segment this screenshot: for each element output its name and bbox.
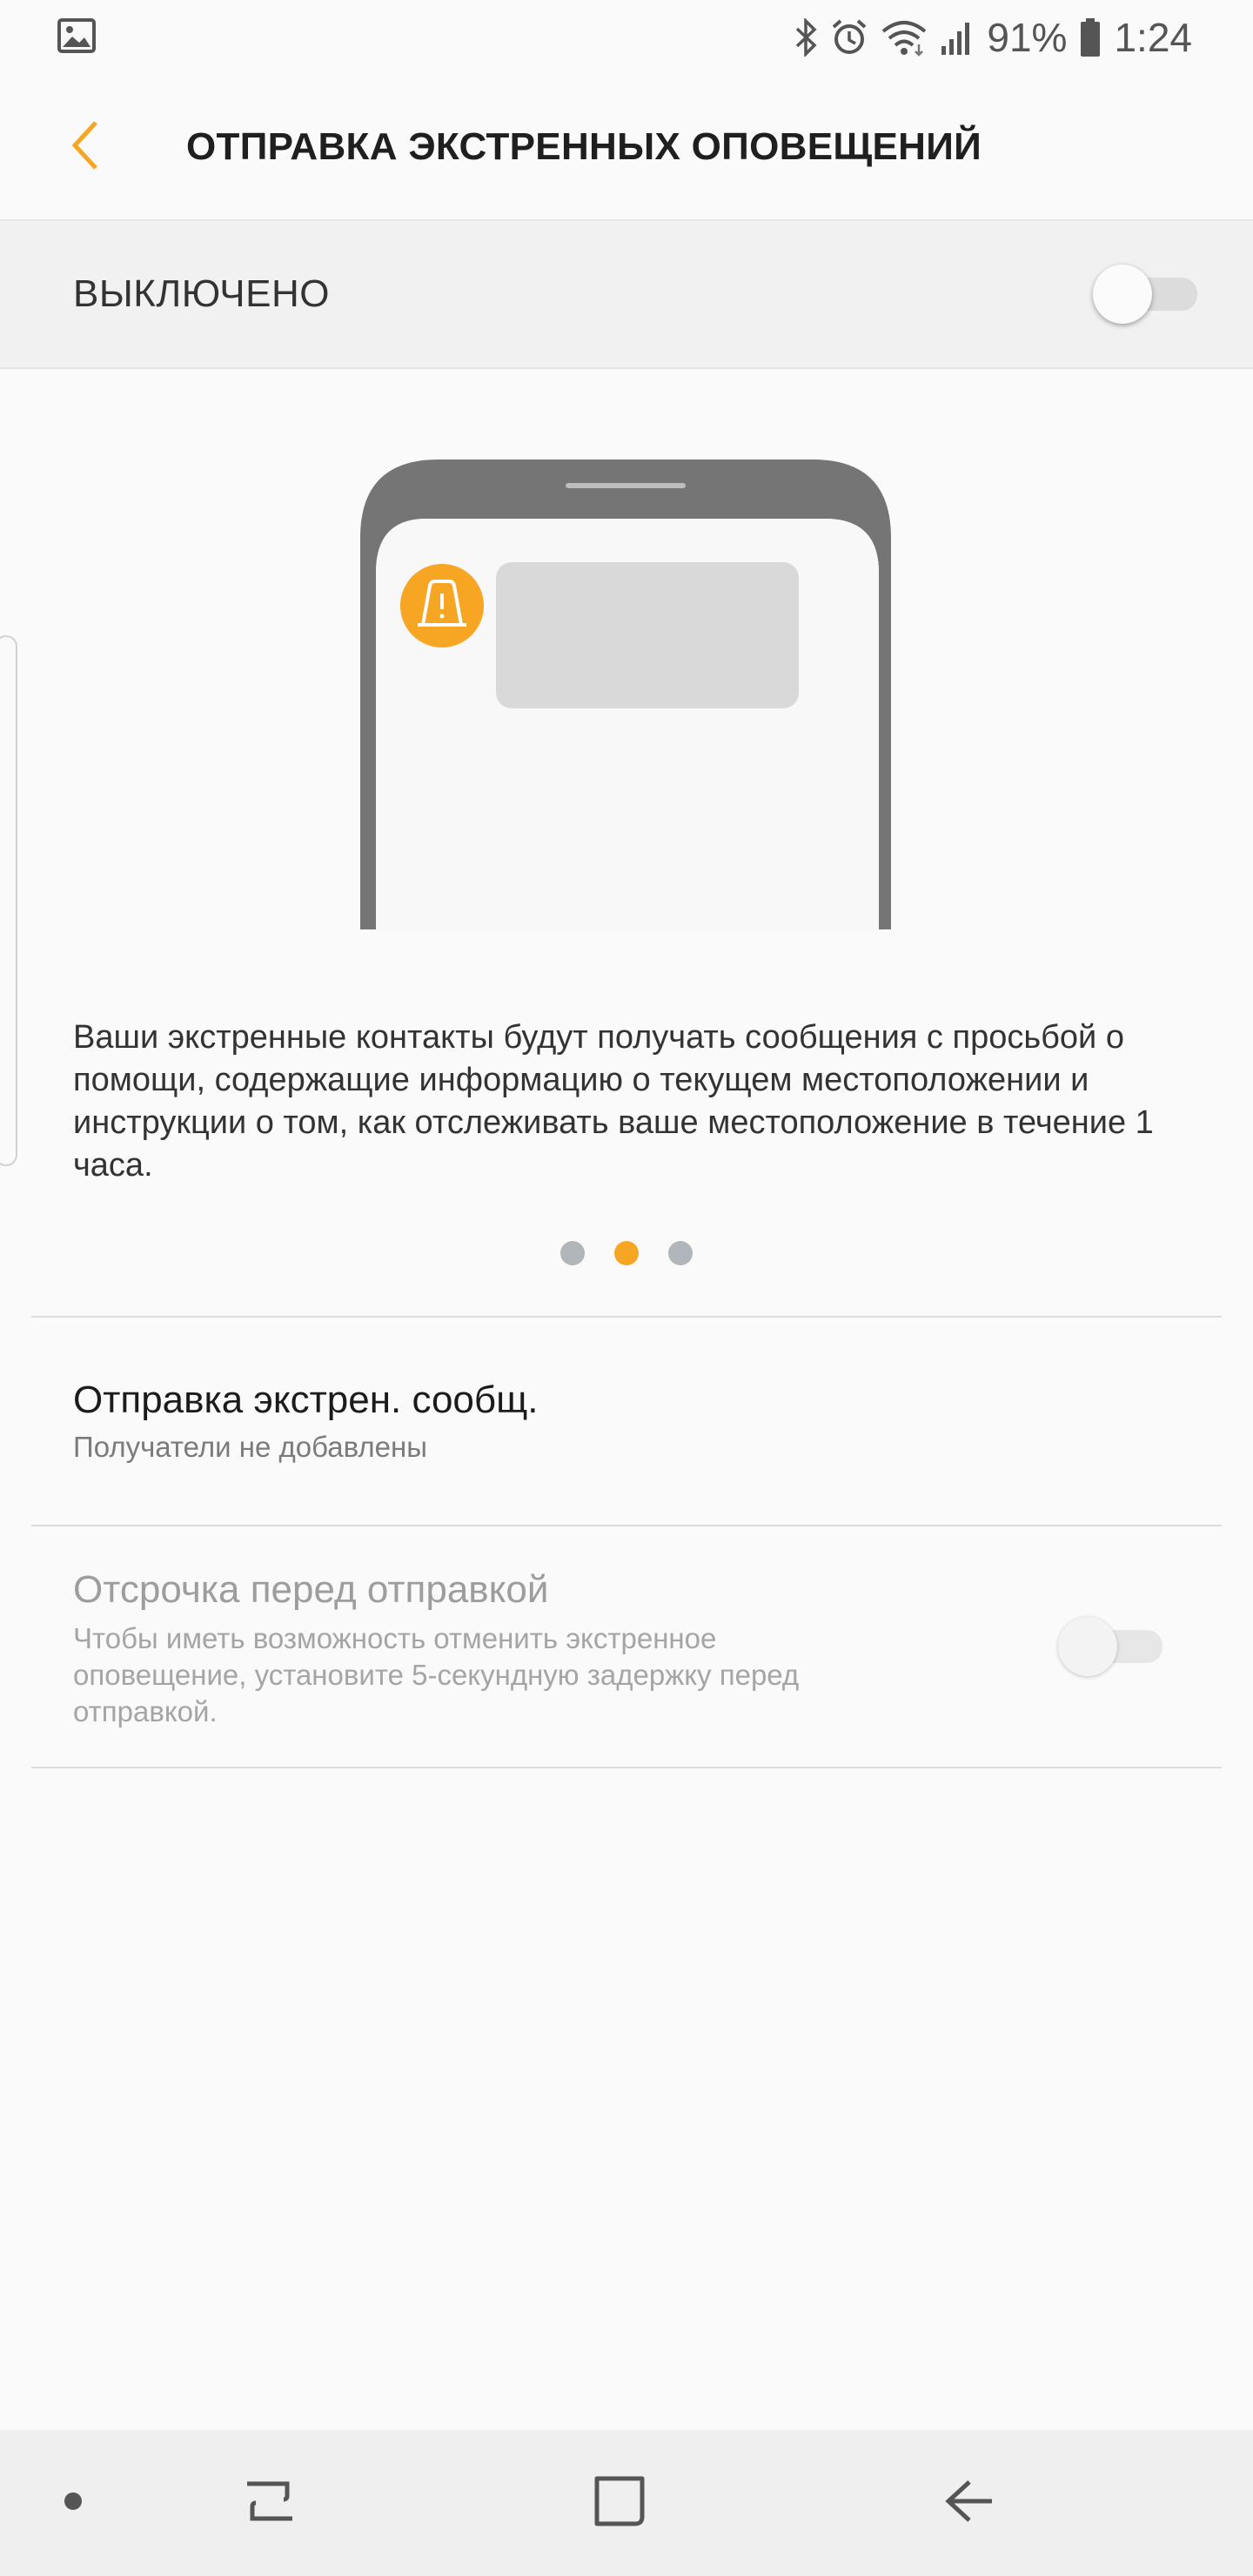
master-switch-row[interactable]: ВЫКЛЮЧЕНО (0, 221, 1253, 369)
phone-illustration (360, 460, 891, 929)
divider (31, 1316, 1222, 1318)
edge-panel-handle[interactable] (0, 635, 17, 1166)
back-nav-button[interactable] (900, 2430, 1039, 2576)
clock: 1:24 (1114, 15, 1192, 60)
home-icon (592, 2473, 647, 2533)
signal-icon (940, 18, 975, 57)
alarm-icon (830, 18, 868, 57)
navigation-bar (0, 2430, 1253, 2576)
bluetooth-icon (794, 18, 818, 57)
row-title: Отправка экстрен. сообщ. (73, 1379, 539, 1421)
master-toggle[interactable] (1093, 265, 1204, 324)
recent-apps-icon (242, 2473, 298, 2533)
master-switch-label: ВЫКЛЮЧЕНО (73, 272, 330, 315)
home-button[interactable] (550, 2430, 689, 2576)
battery-icon (1079, 17, 1102, 57)
recent-apps-button[interactable] (200, 2430, 339, 2576)
page-dot[interactable] (668, 1241, 693, 1265)
status-bar: 91% 1:24 (0, 0, 1253, 75)
back-button[interactable] (33, 95, 137, 199)
app-bar: ОТПРАВКА ЭКСТРЕННЫХ ОПОВЕЩЕНИЙ (0, 75, 1253, 221)
row-title: Отсрочка перед отправкой (73, 1568, 549, 1611)
row-subtitle: Чтобы иметь возможность отменить экстрен… (73, 1622, 800, 1727)
description-text: Ваши экстренные контакты будут получать … (73, 1019, 1154, 1184)
page-title: ОТПРАВКА ЭКСТРЕННЫХ ОПОВЕЩЕНИЙ (186, 125, 982, 168)
assistant-button[interactable] (3, 2430, 143, 2576)
illustration (360, 460, 891, 929)
battery-percent: 91% (987, 15, 1068, 60)
page-dot-active[interactable] (614, 1241, 639, 1265)
dot-icon (63, 2491, 84, 2516)
delay-toggle[interactable] (1058, 1617, 1169, 1676)
wifi-icon (881, 18, 928, 57)
chevron-left-icon (68, 117, 103, 178)
page-indicator (0, 1241, 1253, 1267)
toggle-thumb (1058, 1617, 1117, 1676)
divider (31, 1767, 1222, 1768)
back-arrow-icon (941, 2473, 997, 2533)
row-subtitle: Получатели не добавлены (73, 1431, 427, 1463)
toggle-thumb (1093, 265, 1152, 324)
send-emergency-messages-row[interactable]: Отправка экстрен. сообщ. Получатели не д… (0, 1379, 1253, 1464)
gallery-icon (57, 17, 96, 57)
page-dot[interactable] (560, 1241, 585, 1265)
warning-icon (400, 564, 484, 647)
divider (31, 1525, 1222, 1526)
